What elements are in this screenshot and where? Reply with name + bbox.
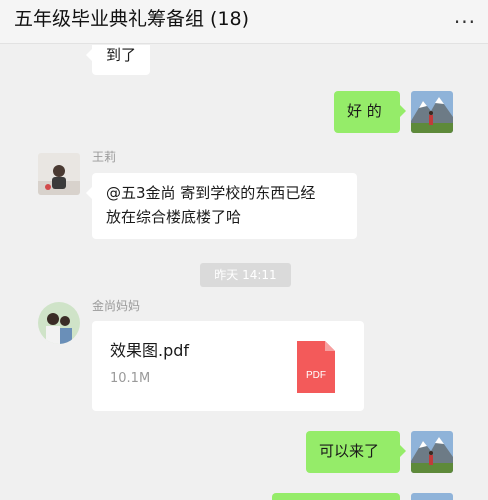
file-name: 效果图.pdf [110,341,190,360]
self-avatar-partial[interactable] [411,493,453,500]
sender-name: 金尚妈妈 [92,299,141,313]
file-message-card[interactable]: 效果图.pdf 10.1M PDF [92,321,364,411]
file-size: 10.1M [110,371,151,386]
family-photo-icon [38,302,80,344]
pdf-file-icon: PDF [297,341,335,393]
message-text: 可以来了 [319,442,380,460]
message-bubble-incoming[interactable]: @五3金尚 寄到学校的东西已经 放在综合楼底楼了哈 [86,173,357,239]
group-title: 五年级毕业典礼筹备组 (18) [14,8,250,30]
chat-header: 五年级毕业典礼筹备组 (18) ... [0,0,488,44]
self-avatar[interactable] [411,431,453,473]
message-bubble-incoming[interactable]: 到了 [86,45,150,75]
message-bubble-outgoing[interactable]: 可以来了 [306,431,406,473]
message-text-line: @五3金尚 寄到学校的东西已经 [106,184,316,202]
pdf-icon-label: PDF [306,370,326,381]
message-text: 到了 [106,46,137,64]
mountain-photo-icon [411,431,453,473]
mountain-photo-icon [411,91,453,133]
message-bubble-outgoing-partial[interactable] [272,493,400,500]
message-text: 好 的 [347,102,382,120]
sender-name: 王莉 [92,150,117,164]
more-options-button[interactable]: ... [454,4,476,28]
sender-avatar[interactable] [38,302,80,344]
message-bubble-outgoing[interactable]: 好 的 [334,91,406,133]
self-avatar[interactable] [411,91,453,133]
message-text-line: 放在综合楼底楼了哈 [106,208,242,226]
message-list[interactable]: 到了 好 的 王莉 @五3金尚 寄到学校的东西已经 放在综合楼底楼了哈 昨天 1… [0,45,488,500]
person-photo-icon [38,153,80,195]
sender-avatar[interactable] [38,153,80,195]
timestamp-divider: 昨天 14:11 [200,263,291,287]
